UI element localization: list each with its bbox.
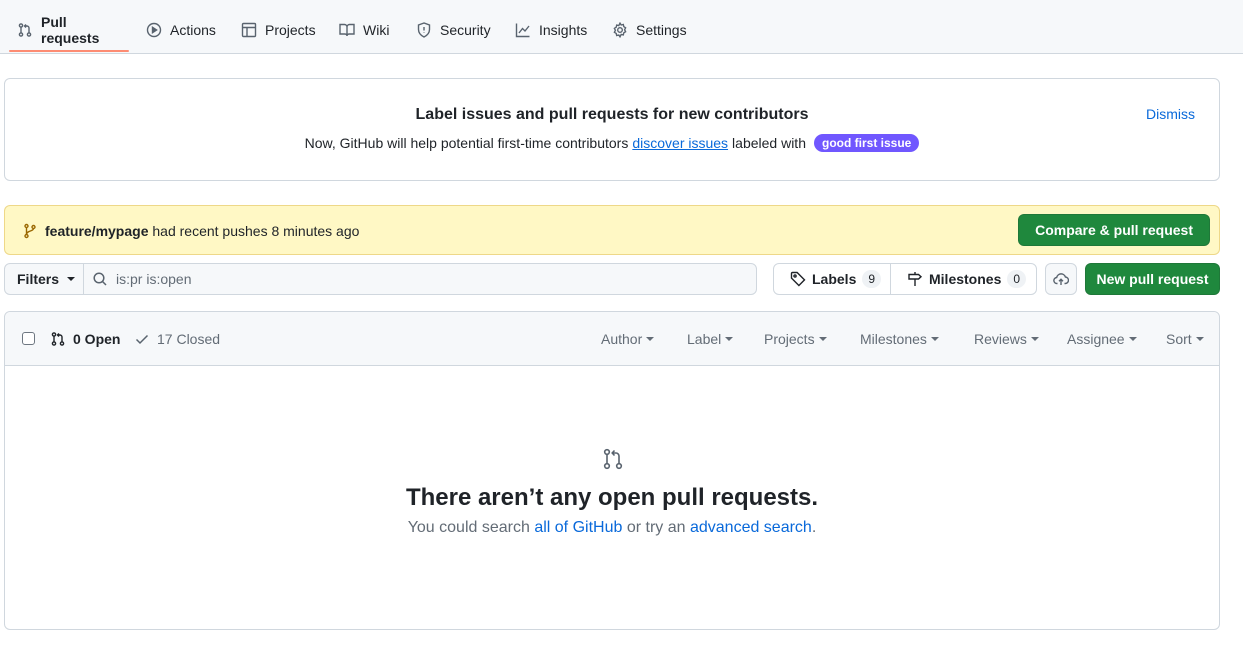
new-pull-request-button[interactable]: New pull request [1085, 263, 1220, 295]
banner-title: Label issues and pull requests for new c… [415, 106, 809, 123]
tab-label: Projects [265, 22, 316, 38]
sort-filter[interactable]: Sort [1166, 331, 1204, 347]
cloud-upload-button[interactable] [1045, 263, 1077, 295]
tab-label: Security [440, 22, 491, 38]
select-all-checkbox[interactable] [22, 332, 35, 345]
repo-nav: Pull requests Actions Projects Wiki Secu… [0, 0, 1243, 54]
label-filter-label: Label [687, 331, 722, 347]
closed-count: 17 Closed [157, 331, 221, 347]
good-first-issue-label[interactable]: good first issue [813, 134, 920, 152]
author-filter[interactable]: Author [601, 331, 655, 347]
empty-state-subtitle: You could search all of GitHub or try an… [5, 519, 1219, 537]
gear-icon [612, 22, 636, 38]
caret-down-icon [930, 337, 939, 341]
empty-sub-mid: or try an [626, 519, 686, 536]
shield-icon [416, 22, 440, 38]
sort-filter-label: Sort [1166, 331, 1192, 347]
tab-actions[interactable]: Actions [138, 9, 224, 51]
empty-sub-end: . [811, 519, 817, 536]
reviews-filter[interactable]: Reviews [974, 331, 1039, 347]
git-pull-request-icon [601, 447, 625, 471]
play-icon [146, 22, 170, 38]
assignee-filter-label: Assignee [1067, 331, 1125, 347]
tab-label: Insights [539, 22, 588, 38]
pull-request-list: 0 Open 17 Closed Author Label Projects M… [4, 311, 1220, 630]
banner-text: Now, GitHub will help potential first-ti… [5, 134, 1219, 152]
closed-filter[interactable]: 17 Closed [134, 331, 220, 347]
git-pull-request-icon [17, 22, 41, 38]
caret-down-icon [818, 337, 827, 341]
milestones-button[interactable]: Milestones 0 [890, 263, 1037, 295]
tab-insights[interactable]: Insights [507, 9, 595, 51]
tab-settings[interactable]: Settings [604, 9, 695, 51]
list-header: 0 Open 17 Closed Author Label Projects M… [5, 312, 1219, 366]
projects-filter-label: Projects [764, 331, 815, 347]
label-filter[interactable]: Label [687, 331, 734, 347]
caret-down-icon [67, 277, 76, 281]
graph-icon [515, 22, 539, 38]
milestones-filter[interactable]: Milestones [860, 331, 939, 347]
caret-down-icon [1195, 337, 1204, 341]
tab-label: Wiki [363, 22, 390, 38]
cloud-upload-icon [1053, 271, 1069, 287]
search-icon [92, 271, 108, 287]
tab-label: Actions [170, 22, 216, 38]
projects-filter[interactable]: Projects [764, 331, 827, 347]
search-input[interactable] [116, 271, 716, 287]
tab-projects[interactable]: Projects [233, 9, 324, 51]
tab-label: Pull requests [41, 14, 100, 46]
tab-security[interactable]: Security [408, 9, 499, 51]
milestones-count: 0 [1007, 270, 1027, 288]
banner-text-after: labeled with [732, 135, 806, 151]
labels-count: 9 [862, 270, 882, 288]
assignee-filter[interactable]: Assignee [1067, 331, 1137, 347]
tab-label: Settings [636, 22, 687, 38]
git-pull-request-icon [50, 331, 73, 347]
tag-icon [790, 271, 812, 287]
dismiss-button[interactable]: Dismiss [1146, 106, 1195, 122]
labels-button[interactable]: Labels 9 [773, 263, 891, 295]
author-filter-label: Author [601, 331, 643, 347]
milestone-icon [907, 271, 929, 287]
book-icon [339, 22, 363, 38]
filters-dropdown[interactable]: Filters [4, 263, 84, 295]
push-time: had recent pushes 8 minutes ago [152, 223, 360, 239]
branch-name[interactable]: feature/mypage [45, 223, 148, 239]
git-branch-icon [22, 223, 38, 239]
open-filter[interactable]: 0 Open [50, 331, 120, 347]
filters-label: Filters [17, 271, 60, 287]
tab-pull-requests[interactable]: Pull requests [9, 9, 129, 52]
check-icon [134, 331, 157, 347]
advanced-search-link[interactable]: advanced search [690, 519, 812, 536]
caret-down-icon [725, 337, 734, 341]
reviews-filter-label: Reviews [974, 331, 1027, 347]
milestones-filter-label: Milestones [860, 331, 927, 347]
caret-down-icon [1030, 337, 1039, 341]
search-box[interactable] [83, 263, 757, 295]
all-of-github-link[interactable]: all of GitHub [534, 519, 622, 536]
tab-wiki[interactable]: Wiki [331, 9, 397, 51]
empty-state-title: There aren’t any open pull requests. [405, 484, 819, 511]
open-count: 0 Open [73, 331, 121, 347]
caret-down-icon [646, 337, 655, 341]
labels-label: Labels [812, 271, 857, 287]
contributor-banner: Label issues and pull requests for new c… [4, 78, 1220, 181]
table-icon [241, 22, 265, 38]
banner-text-before: Now, GitHub will help potential first-ti… [304, 135, 629, 151]
milestones-label: Milestones [929, 271, 1002, 287]
compare-pull-request-button[interactable]: Compare & pull request [1018, 214, 1210, 246]
empty-sub-before: You could search [407, 519, 530, 536]
push-message: feature/mypage had recent pushes 8 minut… [45, 223, 359, 239]
discover-issues-link[interactable]: discover issues [632, 135, 728, 151]
caret-down-icon [1128, 337, 1137, 341]
recent-push-alert: feature/mypage had recent pushes 8 minut… [4, 205, 1220, 255]
